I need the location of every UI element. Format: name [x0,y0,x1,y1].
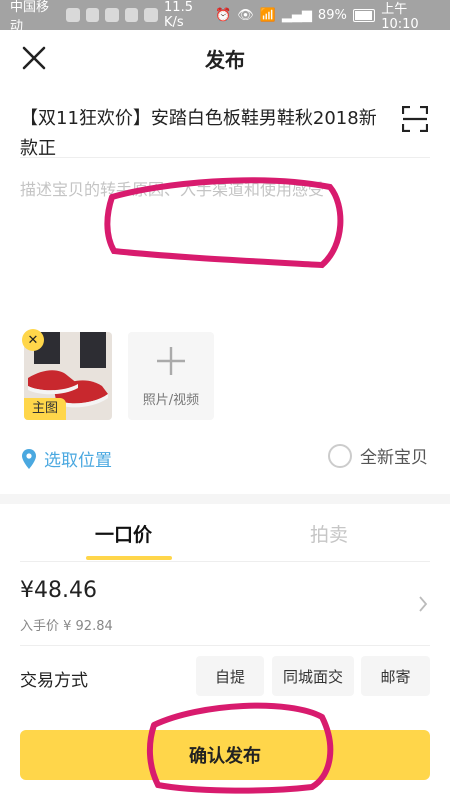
divider [20,645,430,646]
app-notification-icon [85,8,100,22]
app-notification-icon [66,8,80,22]
section-gap [0,494,450,504]
carrier-text: 中国移动 [10,0,50,34]
battery-icon [352,8,376,22]
add-media-label: 照片/视频 [142,393,200,408]
location-pin-icon [22,448,36,469]
status-bar: 中国移动 11.5 K/s ⏰ 👁 📶 ▂▄▆ 89% 上午10:10 [0,0,450,34]
active-tab-indicator [86,556,172,560]
chevron-right-icon[interactable] [418,595,428,613]
new-item-toggle[interactable]: 全新宝贝 [328,443,428,468]
network-speed: 11.5 K/s [164,0,193,30]
divider [20,157,430,158]
trade-option-mail[interactable]: 邮寄 [361,656,430,696]
new-item-label: 全新宝贝 [360,448,428,468]
close-icon[interactable] [18,42,50,74]
tab-fixed-price[interactable]: 一口价 [95,520,152,547]
divider [20,561,430,562]
purchase-price: 入手价 ¥ 92.84 [20,619,113,634]
tab-auction[interactable]: 拍卖 [310,520,348,547]
confirm-publish-button[interactable]: 确认发布 [20,730,430,780]
scan-icon[interactable] [402,106,428,132]
battery-percent: 89% [317,7,347,23]
eye-icon: 👁 [237,7,254,23]
app-notification-icon [105,8,119,22]
main-photo-badge: 主图 [24,398,66,420]
add-media-button[interactable]: 照片/视频 [128,332,214,420]
radio-button[interactable] [328,443,352,468]
top-bar: 发布 [0,30,450,86]
app-notification-icon [144,8,159,22]
signal-icon: ▂▄▆ [281,7,312,23]
location-label: 选取位置 [44,451,112,471]
plus-icon [157,347,185,375]
page-title: 发布 [205,47,245,72]
clock: 上午10:10 [381,2,419,32]
description-input[interactable]: 描述宝贝的转手原因、入手渠道和使用感受 [20,176,430,200]
alarm-icon: ⏰ [215,7,232,23]
wifi-icon: 📶 [259,7,276,23]
listing-title-input[interactable]: 【双11狂欢价】安踏白色板鞋男鞋秋2018新款正 [20,104,390,156]
remove-photo-button[interactable]: ✕ [22,329,44,351]
price-value[interactable]: ¥48.46 [20,578,97,603]
app-notification-icon [124,8,139,22]
close-icon: ✕ [27,332,39,348]
trade-option-pickup[interactable]: 自提 [196,656,264,696]
trade-option-local[interactable]: 同城面交 [272,656,354,696]
trade-method-label: 交易方式 [20,671,88,691]
location-selector[interactable]: 选取位置 [22,446,112,471]
